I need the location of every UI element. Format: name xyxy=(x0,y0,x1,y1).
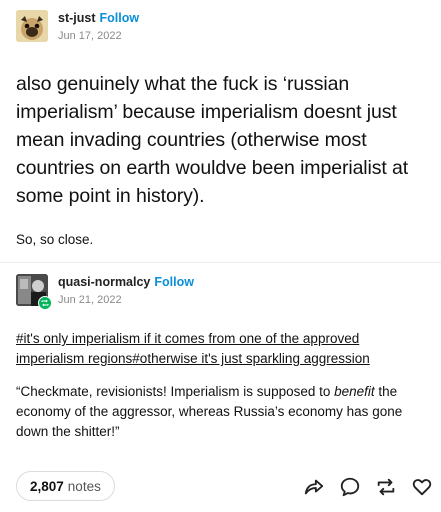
quote-text: “Checkmate, revisionists! Imperialism is… xyxy=(16,382,421,442)
post-body: also genuinely what the fuck is ‘russian… xyxy=(16,73,409,207)
notes-label: notes xyxy=(67,478,101,494)
follow-button[interactable]: Follow xyxy=(154,275,194,289)
post-actions xyxy=(303,476,433,498)
avatar[interactable] xyxy=(16,10,48,42)
post2-header: quasi-normalcy Follow Jun 21, 2022 xyxy=(16,274,194,310)
reblog-badge-icon xyxy=(38,296,52,310)
quote-part: “Checkmate, revisionists! Imperialism is… xyxy=(16,384,335,399)
divider xyxy=(0,262,441,263)
pug-avatar-icon xyxy=(16,10,48,42)
post1-header: st-just Follow Jun 17, 2022 xyxy=(16,10,139,44)
like-icon[interactable] xyxy=(411,476,433,498)
notes-button[interactable]: 2,807 notes xyxy=(16,471,115,501)
post-date: Jun 17, 2022 xyxy=(58,30,122,42)
reply-text: So, so close. xyxy=(16,232,94,247)
quote-emphasis: benefit xyxy=(334,384,375,399)
tag-link[interactable]: #otherwise it's just sparkling aggressio… xyxy=(132,351,369,366)
share-icon[interactable] xyxy=(303,476,325,498)
reply-icon[interactable] xyxy=(339,476,361,498)
follow-button[interactable]: Follow xyxy=(100,11,140,25)
notes-count: 2,807 xyxy=(30,478,64,494)
username[interactable]: st-just xyxy=(58,11,96,25)
tag-list: #it's only imperialism if it comes from … xyxy=(16,329,426,369)
reblog-icon[interactable] xyxy=(375,476,397,498)
username[interactable]: quasi-normalcy xyxy=(58,275,150,289)
post-date: Jun 21, 2022 xyxy=(58,294,122,306)
